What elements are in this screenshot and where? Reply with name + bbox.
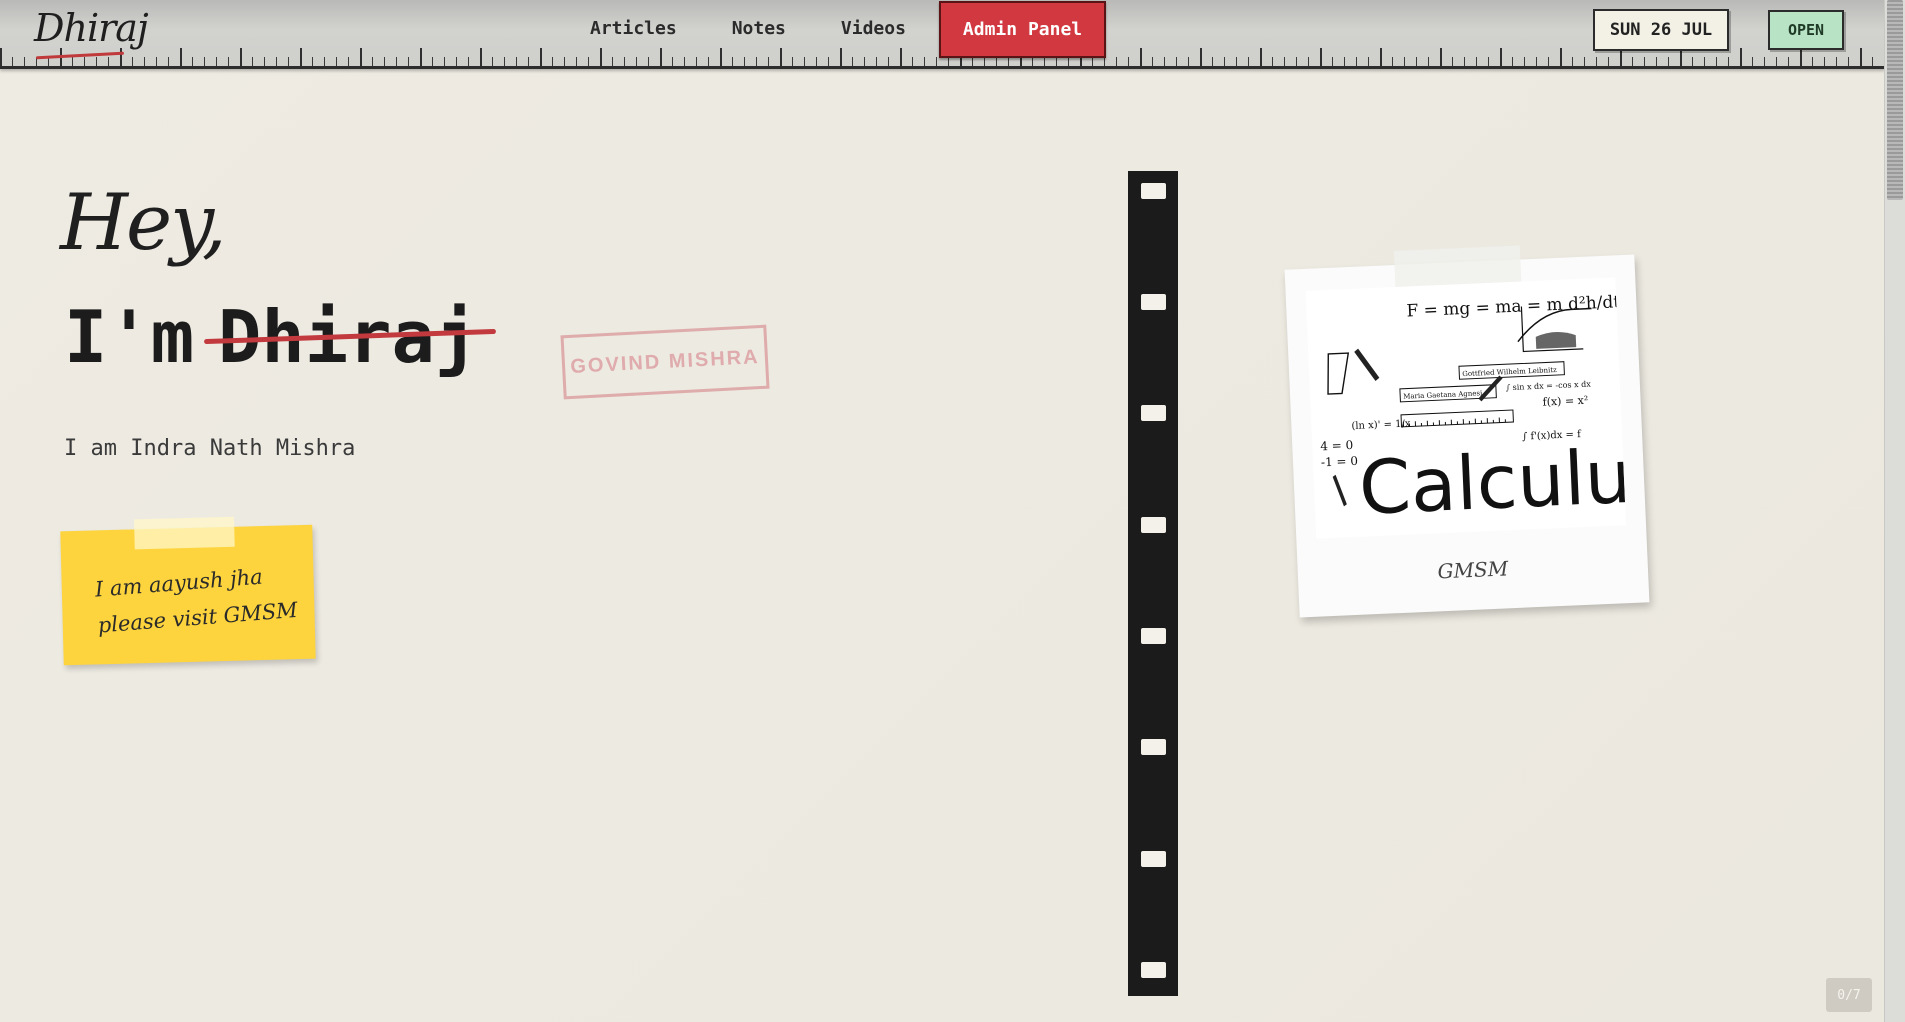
calculus-title: Calculus <box>1357 432 1626 531</box>
film-hole <box>1141 962 1166 978</box>
formula-6: (ln x)' = 1/x <box>1351 418 1411 432</box>
struck-name: Dhiraj <box>218 295 479 379</box>
main-nav: Articles Notes Videos Admin Panel <box>590 0 1107 58</box>
intro-subtitle: I am Indra Nath Mishra <box>64 436 356 461</box>
calculus-image: F = mg = ma = m d²h/dt² f(x) = x² ∫ f'(x… <box>1305 277 1627 539</box>
scrollbar[interactable] <box>1884 0 1905 1022</box>
intro-heading: I'm Dhiraj <box>64 295 478 379</box>
slide-counter: 0/7 <box>1826 978 1872 1012</box>
film-hole <box>1141 405 1166 421</box>
tape-strip <box>134 516 235 550</box>
formula-4: 4 = 0 <box>1320 438 1354 453</box>
polaroid-caption: GMSM <box>1437 556 1509 584</box>
name-stamp: GOVIND MISHRA <box>560 324 770 400</box>
open-status-badge[interactable]: OPEN <box>1768 10 1844 50</box>
formula-1: F = mg = ma = m d²h/dt² <box>1406 292 1626 322</box>
polaroid-card[interactable]: F = mg = ma = m d²h/dt² f(x) = x² ∫ f'(x… <box>1284 245 1650 618</box>
film-hole <box>1141 183 1166 199</box>
film-hole <box>1141 739 1166 755</box>
sticky-note-text: I am aayush jha please visit GMSM <box>94 556 299 643</box>
sticky-note: I am aayush jha please visit GMSM <box>60 516 316 666</box>
film-hole <box>1141 851 1166 867</box>
date-badge: SUN 26 JUL <box>1593 9 1729 51</box>
greeting-heading: Hey, <box>60 178 227 268</box>
intro-prefix: I'm <box>64 295 195 379</box>
film-hole <box>1141 517 1166 533</box>
film-hole <box>1141 628 1166 644</box>
site-logo[interactable]: Dhiraj <box>34 6 149 50</box>
admin-panel-button[interactable]: Admin Panel <box>938 1 1107 58</box>
formula-9: ∫ sin x dx = -cos x dx <box>1506 380 1592 393</box>
nav-videos[interactable]: Videos <box>841 18 906 39</box>
nav-articles[interactable]: Articles <box>590 18 677 39</box>
formula-5: -1 = 0 <box>1321 454 1359 470</box>
nav-notes[interactable]: Notes <box>732 18 786 39</box>
film-hole <box>1141 294 1166 310</box>
formula-2: f(x) = x² <box>1542 394 1588 409</box>
formula-7: Gottfried Wilhelm Leibnitz <box>1462 366 1557 378</box>
scrollbar-thumb[interactable] <box>1887 0 1903 200</box>
film-strip <box>1128 171 1178 996</box>
